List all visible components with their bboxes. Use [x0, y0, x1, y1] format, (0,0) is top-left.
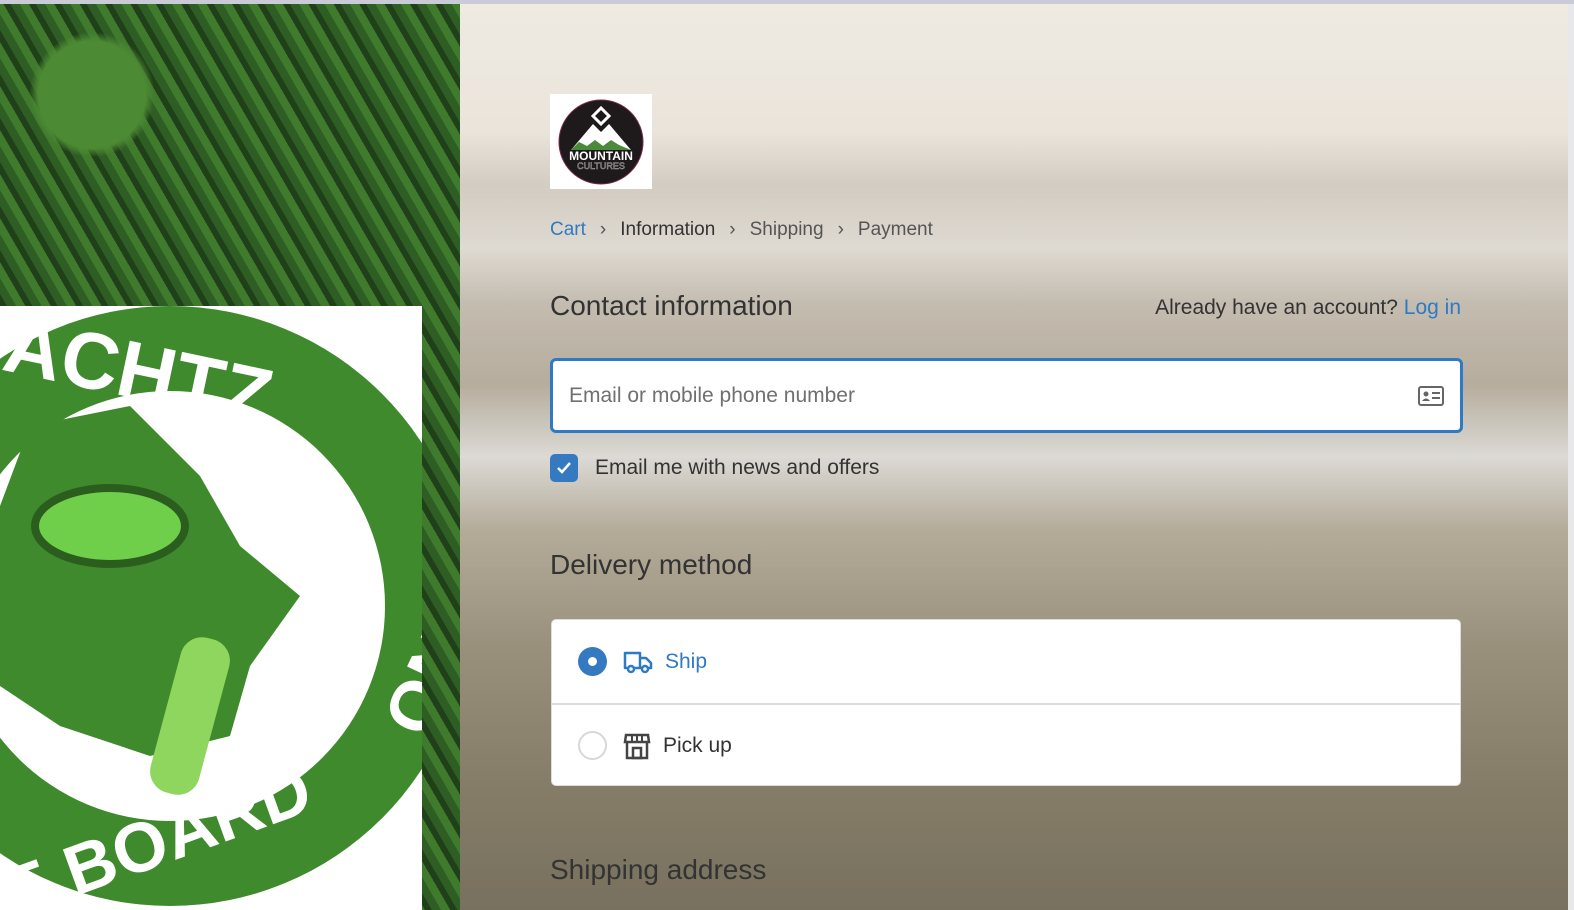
store-icon [623, 733, 651, 759]
delivery-heading: Delivery method [550, 549, 753, 580]
chevron-right-icon: › [729, 219, 736, 240]
breadcrumb: Cart › Information › Shipping › Payment [550, 219, 933, 241]
truck-icon [623, 651, 653, 673]
store-logo[interactable]: MOUNTAIN CULTURES [550, 94, 652, 189]
login-link[interactable]: Log in [1404, 296, 1461, 319]
pickup-label: Pick up [663, 733, 732, 757]
breadcrumb-payment: Payment [857, 219, 933, 240]
checkmark-icon[interactable] [550, 454, 578, 482]
ship-label: Ship [665, 649, 708, 673]
newsletter-label: Email me with news and offers [595, 456, 880, 479]
side-brand-logo: ACHTZ ONE TREE E BOARD [0, 306, 422, 910]
svg-text:CULTURES: CULTURES [577, 161, 625, 171]
radio-unselected[interactable] [578, 731, 607, 760]
email-input[interactable] [569, 383, 1418, 408]
delivery-method-options: Ship Pick up [551, 619, 1461, 786]
window-edge [1568, 4, 1574, 910]
newsletter-checkbox[interactable]: Email me with news and offers [550, 454, 879, 482]
breadcrumb-shipping: Shipping [749, 219, 824, 240]
email-field[interactable] [550, 358, 1463, 433]
shipping-address-heading: Shipping address [550, 854, 767, 885]
delivery-option-pickup[interactable]: Pick up [552, 703, 1460, 786]
radio-selected[interactable] [578, 647, 607, 676]
account-prompt-text: Already have an account? [1155, 296, 1398, 319]
breadcrumb-information: Information [620, 219, 716, 240]
contact-heading: Contact information [550, 290, 793, 321]
breadcrumb-cart[interactable]: Cart [550, 219, 586, 241]
account-prompt: Already have an account? Log in [1155, 296, 1461, 320]
contact-card-icon[interactable] [1418, 385, 1444, 406]
chevron-right-icon: › [837, 219, 844, 240]
delivery-option-ship[interactable]: Ship [552, 620, 1460, 703]
chevron-right-icon: › [599, 219, 607, 240]
